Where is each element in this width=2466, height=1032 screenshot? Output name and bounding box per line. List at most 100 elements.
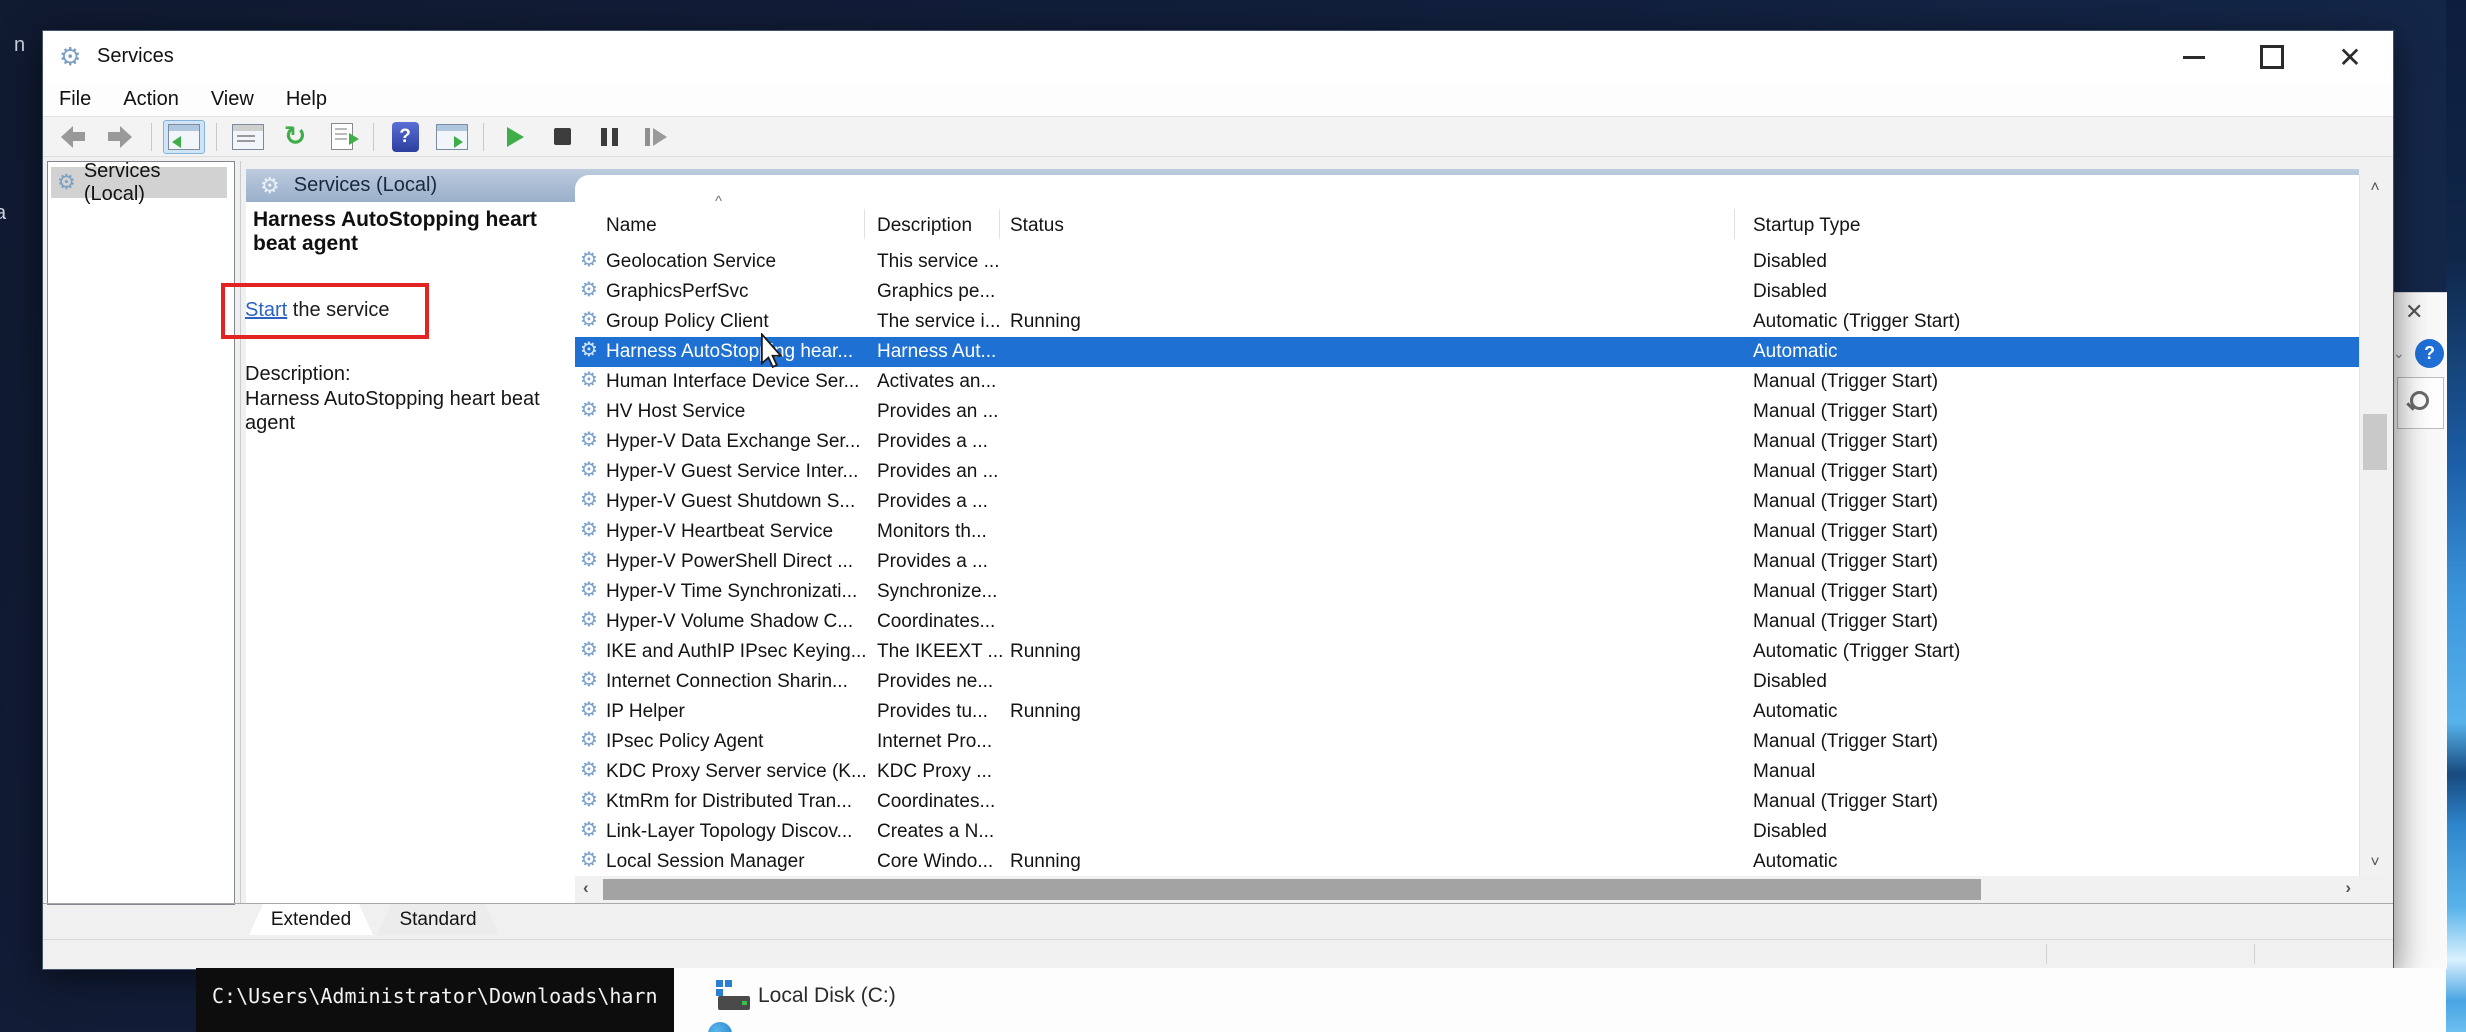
help-icon xyxy=(392,122,419,152)
table-row[interactable]: ⚙Local Session ManagerCore Windo...Runni… xyxy=(575,847,2359,876)
cell-name: GraphicsPerfSvc xyxy=(606,281,749,303)
table-row[interactable]: ⚙Hyper-V Guest Service Inter...Provides … xyxy=(575,457,2359,487)
table-row[interactable]: ⚙HV Host ServiceProvides an ...Manual (T… xyxy=(575,397,2359,427)
service-gear-icon: ⚙ xyxy=(580,430,598,450)
table-row[interactable]: ⚙Hyper-V Volume Shadow C...Coordinates..… xyxy=(575,607,2359,637)
tab-extended[interactable]: Extended xyxy=(249,904,373,935)
statusbar-divider xyxy=(2046,944,2047,964)
table-row[interactable]: ⚙IP HelperProvides tu...RunningAutomatic xyxy=(575,697,2359,727)
menu-help[interactable]: Help xyxy=(284,88,343,111)
help-icon[interactable]: ? xyxy=(2415,339,2444,368)
close-button[interactable] xyxy=(2315,31,2385,83)
maximize-button[interactable] xyxy=(2237,31,2307,83)
gear-icon: ⚙ xyxy=(57,170,76,195)
menu-view[interactable]: View xyxy=(209,88,270,111)
scroll-left-icon[interactable]: ‹ xyxy=(583,878,589,898)
network-icon xyxy=(708,1022,732,1032)
scroll-down-icon[interactable]: ˅ xyxy=(2360,854,2390,872)
cell-startup: Manual (Trigger Start) xyxy=(1753,611,1938,633)
table-row[interactable]: ⚙Geolocation ServiceThis service ...Disa… xyxy=(575,247,2359,277)
cell-desc: Provides an ... xyxy=(877,401,998,423)
panel-divider xyxy=(240,161,241,903)
scroll-right-icon[interactable]: › xyxy=(2345,878,2351,898)
table-row[interactable]: ⚙Harness AutoStopping hear...Harness Aut… xyxy=(575,337,2359,367)
mouse-cursor xyxy=(759,333,785,371)
stop-service-button[interactable] xyxy=(542,121,582,153)
properties-icon xyxy=(232,124,264,150)
horizontal-scrollbar[interactable]: ‹ › xyxy=(575,877,2359,902)
table-row[interactable]: ⚙Hyper-V Guest Shutdown S...Provides a .… xyxy=(575,487,2359,517)
scrollbar-thumb[interactable] xyxy=(603,879,1981,900)
forward-button[interactable] xyxy=(100,121,140,153)
help-button[interactable] xyxy=(385,121,425,153)
table-row[interactable]: ⚙Hyper-V Heartbeat ServiceMonitors th...… xyxy=(575,517,2359,547)
cell-startup: Manual (Trigger Start) xyxy=(1753,581,1938,603)
vertical-scrollbar[interactable]: ˄ ˅ xyxy=(2359,175,2390,876)
terminal-window[interactable]: C:\Users\Administrator\Downloads\harn xyxy=(196,968,674,1032)
table-row[interactable]: ⚙IPsec Policy AgentInternet Pro...Manual… xyxy=(575,727,2359,757)
cell-name: Harness AutoStopping hear... xyxy=(606,341,853,363)
start-service-icon xyxy=(507,127,524,147)
cell-name: Group Policy Client xyxy=(606,311,769,333)
selected-service-title: Harness AutoStopping heart beat agent xyxy=(253,208,583,256)
column-header-status[interactable]: Status xyxy=(1010,215,1064,237)
back-icon xyxy=(61,126,85,148)
tree-item-label: Services (Local) xyxy=(84,160,227,206)
table-row[interactable]: ⚙Link-Layer Topology Discov...Creates a … xyxy=(575,817,2359,847)
desktop-icon-label-fragment: a xyxy=(0,202,6,225)
window-title: Services xyxy=(97,45,174,68)
start-service-button[interactable] xyxy=(495,121,535,153)
tab-standard[interactable]: Standard xyxy=(377,904,499,935)
search-box[interactable] xyxy=(2397,377,2444,429)
cell-desc: The service i... xyxy=(877,311,1001,333)
column-header-description[interactable]: Description xyxy=(877,215,972,237)
table-row[interactable]: ⚙KtmRm for Distributed Tran...Coordinate… xyxy=(575,787,2359,817)
table-row[interactable]: ⚙IKE and AuthIP IPsec Keying...The IKEEX… xyxy=(575,637,2359,667)
scrollbar-thumb[interactable] xyxy=(2363,414,2387,470)
table-row[interactable]: ⚙Human Interface Device Ser...Activates … xyxy=(575,367,2359,397)
close-icon[interactable] xyxy=(2405,299,2423,325)
table-row[interactable]: ⚙Hyper-V Time Synchronizati...Synchroniz… xyxy=(575,577,2359,607)
action-pane-toggle-button[interactable] xyxy=(432,121,472,153)
table-row[interactable]: ⚙Internet Connection Sharin...Provides n… xyxy=(575,667,2359,697)
menu-action[interactable]: Action xyxy=(121,88,195,111)
service-gear-icon: ⚙ xyxy=(580,730,598,750)
annotation-red-box xyxy=(221,283,429,339)
service-gear-icon: ⚙ xyxy=(580,310,598,330)
table-row[interactable]: ⚙GraphicsPerfSvcGraphics pe...Disabled xyxy=(575,277,2359,307)
local-disk-item[interactable]: Local Disk (C:) xyxy=(758,984,896,1008)
chevron-down-icon[interactable] xyxy=(2393,345,2405,362)
table-row[interactable]: ⚙Hyper-V Data Exchange Ser...Provides a … xyxy=(575,427,2359,457)
column-header-name[interactable]: Name xyxy=(606,215,657,237)
cell-desc: Harness Aut... xyxy=(877,341,996,363)
console-tree-panel: ⚙ Services (Local) xyxy=(47,161,235,905)
properties-button[interactable] xyxy=(228,121,268,153)
local-disk-icon xyxy=(716,980,752,1014)
cell-startup: Disabled xyxy=(1753,281,1827,303)
table-row[interactable]: ⚙KDC Proxy Server service (K...KDC Proxy… xyxy=(575,757,2359,787)
console-tree-toggle-icon xyxy=(168,124,200,150)
cell-desc: Provides ne... xyxy=(877,671,993,693)
cell-desc: Provides a ... xyxy=(877,491,988,513)
table-row[interactable]: ⚙Hyper-V PowerShell Direct ...Provides a… xyxy=(575,547,2359,577)
restart-service-button[interactable] xyxy=(636,121,676,153)
export-list-button[interactable] xyxy=(322,121,362,153)
table-row[interactable]: ⚙Group Policy ClientThe service i...Runn… xyxy=(575,307,2359,337)
menu-file[interactable]: File xyxy=(57,88,107,111)
column-divider[interactable] xyxy=(864,209,865,239)
back-button[interactable] xyxy=(53,121,93,153)
scroll-up-icon[interactable]: ˄ xyxy=(2360,179,2390,197)
column-divider[interactable] xyxy=(999,209,1000,239)
service-rows: ⚙Geolocation ServiceThis service ...Disa… xyxy=(575,247,2359,876)
cell-desc: KDC Proxy ... xyxy=(877,761,992,783)
sidebar-item-services-local[interactable]: ⚙ Services (Local) xyxy=(51,167,227,198)
minimize-button[interactable] xyxy=(2159,31,2229,83)
pause-service-button[interactable] xyxy=(589,121,629,153)
column-divider[interactable] xyxy=(1734,209,1735,239)
cell-startup: Automatic (Trigger Start) xyxy=(1753,311,1960,333)
service-gear-icon: ⚙ xyxy=(580,610,598,630)
refresh-button[interactable]: ↻ xyxy=(275,121,315,153)
console-tree-toggle-button[interactable] xyxy=(163,120,205,154)
cell-startup: Manual (Trigger Start) xyxy=(1753,491,1938,513)
column-header-startup-type[interactable]: Startup Type xyxy=(1753,215,1860,237)
